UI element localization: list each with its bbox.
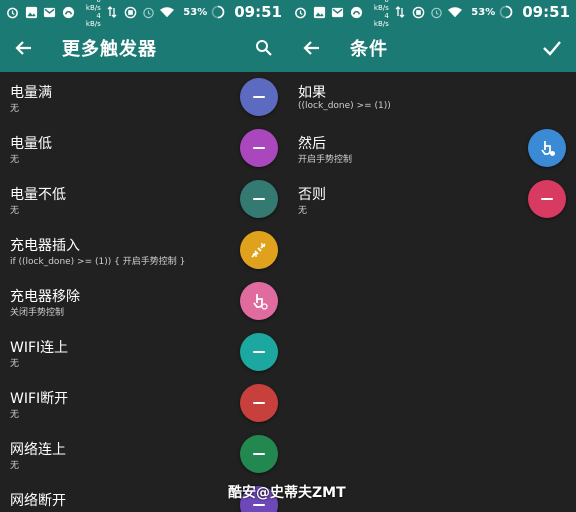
sync-icon [123, 5, 137, 19]
wifi-icon [448, 5, 463, 19]
list-item[interactable]: 电量低 无 [0, 123, 288, 174]
minus-icon [253, 147, 265, 149]
data-transfer-icon [393, 5, 407, 19]
arrow-left-icon [15, 41, 31, 55]
toolbar: 条件 [288, 24, 576, 72]
condition-list: 如果 ((lock_done) >= (1)) 然后 开启手势控制 否则 无 [288, 72, 576, 225]
minus-button[interactable] [528, 180, 566, 218]
toolbar: 更多触发器 [0, 24, 288, 72]
gesture-button[interactable] [240, 282, 278, 320]
list-item-if[interactable]: 如果 ((lock_done) >= (1)) [288, 72, 576, 123]
gesture-off-icon [253, 294, 268, 310]
app-notification-icon [350, 5, 364, 19]
list-item[interactable]: WIFI断开 无 [0, 378, 288, 429]
minus-button[interactable] [240, 78, 278, 116]
page-title: 条件 [350, 39, 388, 60]
list-item-else[interactable]: 否则 无 [288, 174, 576, 225]
list-item-then[interactable]: 然后 开启手势控制 [288, 123, 576, 174]
confirm-button[interactable] [536, 32, 568, 64]
network-speed: 0 kB/s 4 kB/s [373, 0, 389, 28]
minus-icon [253, 453, 265, 455]
battery-percentage: 53% [471, 6, 496, 18]
gesture-button[interactable] [528, 129, 566, 167]
minus-button[interactable] [240, 435, 278, 473]
app-notification-icon [62, 5, 76, 19]
minus-icon [253, 351, 265, 353]
clock: 09:51 [522, 3, 570, 21]
plug-icon [251, 243, 266, 258]
minus-icon [253, 96, 265, 98]
watermark: 酷安@史蒂夫ZMT [228, 485, 346, 501]
data-transfer-icon [105, 5, 119, 19]
plug-button[interactable] [240, 231, 278, 269]
status-bar: 0 kB/s 4 kB/s 53% 09:51 [288, 0, 576, 28]
minus-icon [253, 402, 265, 404]
check-icon [543, 41, 561, 56]
alarm-icon [6, 5, 20, 19]
list-item[interactable]: 充电器移除 关闭手势控制 [0, 276, 288, 327]
mail-icon [43, 5, 57, 19]
back-button[interactable] [296, 32, 328, 64]
sync-icon [411, 5, 425, 19]
list-item[interactable]: 充电器插入 if ((lock_done) >= (1)) { 开启手势控制 } [0, 225, 288, 276]
alarm-set-icon [430, 5, 444, 19]
minus-icon [541, 198, 553, 200]
trigger-list: 电量满 无 电量低 无 电量不低 无 充电器插入 if ((lock_done)… [0, 72, 288, 512]
minus-button[interactable] [240, 384, 278, 422]
left-screen: 0 kB/s 4 kB/s 53% 09:51 更多触发器 电量满 无 电量低 无… [0, 0, 288, 512]
clock: 09:51 [234, 3, 282, 21]
minus-button[interactable] [240, 333, 278, 371]
minus-button[interactable] [240, 129, 278, 167]
gesture-on-icon [541, 141, 555, 156]
status-bar: 0 kB/s 4 kB/s 53% 09:51 [0, 0, 288, 28]
alarm-set-icon [142, 5, 156, 19]
arrow-left-icon [303, 41, 319, 55]
right-screen: 0 kB/s 4 kB/s 53% 09:51 条件 如果 ((lock_done… [288, 0, 576, 512]
minus-icon [253, 504, 265, 506]
search-icon [256, 40, 272, 56]
back-button[interactable] [8, 32, 40, 64]
list-item[interactable]: 电量不低 无 [0, 174, 288, 225]
battery-ring-icon [211, 5, 225, 19]
list-item[interactable]: 网络连上 无 [0, 429, 288, 480]
battery-ring-icon [499, 5, 513, 19]
image-icon [25, 5, 39, 19]
mail-icon [331, 5, 345, 19]
alarm-icon [294, 5, 308, 19]
wifi-icon [160, 5, 175, 19]
battery-percentage: 53% [183, 6, 208, 18]
page-title: 更多触发器 [62, 39, 157, 60]
list-item[interactable]: 电量满 无 [0, 72, 288, 123]
minus-icon [253, 198, 265, 200]
minus-button[interactable] [240, 180, 278, 218]
image-icon [313, 5, 327, 19]
search-button[interactable] [248, 32, 280, 64]
network-speed: 0 kB/s 4 kB/s [85, 0, 101, 28]
list-item[interactable]: WIFI连上 无 [0, 327, 288, 378]
